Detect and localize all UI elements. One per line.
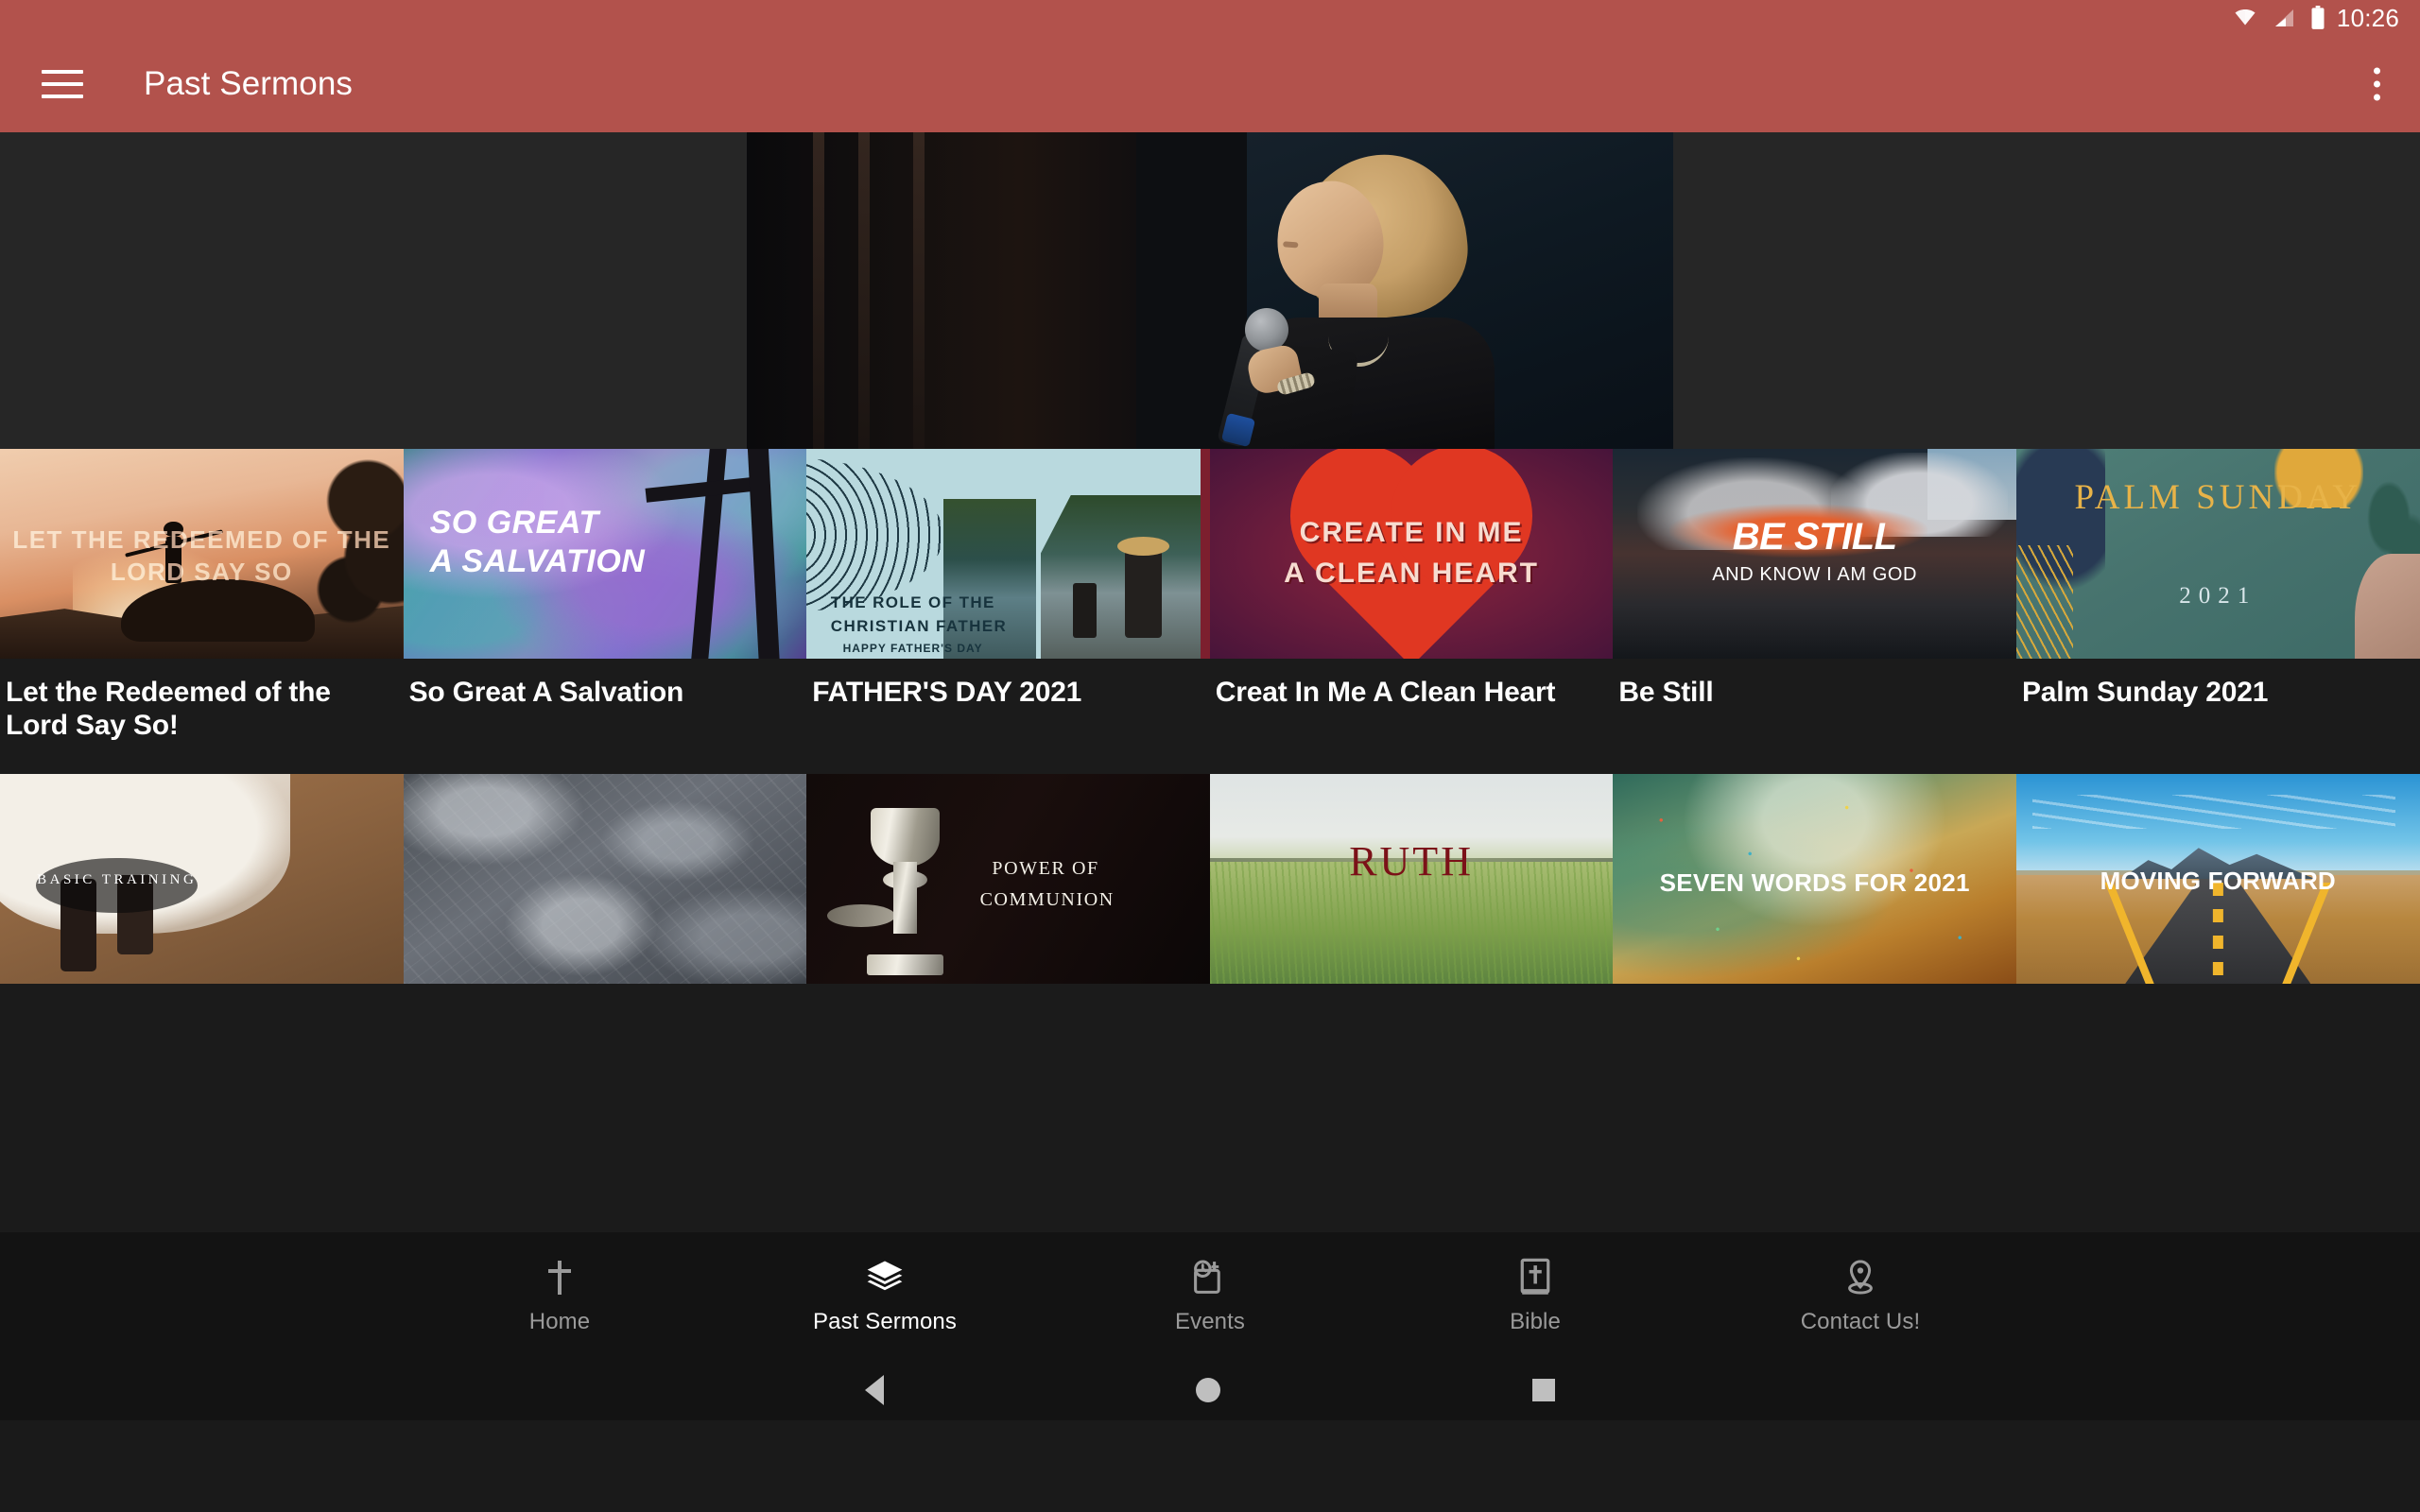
android-system-nav-bar [0,1360,2420,1420]
location-pin-icon [1843,1258,1877,1297]
hero-background-left [747,132,1136,449]
sermon-thumbnail[interactable]: SEVEN WORDS FOR 2021 [1613,774,2016,984]
back-triangle-icon[interactable] [865,1375,884,1405]
thumbnail-text: LET THE REDEEMED OF THE LORD SAY SO [12,524,391,586]
thumbnail-text: RUTH [1349,837,1474,885]
home-circle-icon[interactable] [1196,1378,1220,1402]
speaker-figure [1186,132,1527,449]
recents-square-icon[interactable] [1532,1379,1555,1401]
status-icon-group [2231,6,2325,30]
sermon-list-scroll-area[interactable]: LET THE REDEEMED OF THE LORD SAY SO SO G… [0,132,2420,1360]
sermon-card[interactable]: MOVING FORWARD [2015,774,2420,984]
sermon-thumbnail[interactable]: MOVING FORWARD [2015,774,2420,984]
wifi-icon [2235,9,2256,26]
thumbnail-text-line1: THE ROLE OF THE [830,593,995,612]
thumbnail-text-line1: SO GREAT [429,504,599,541]
sermon-card[interactable]: SEVEN WORDS FOR 2021 [1613,774,2016,984]
thumbnail-text-line2: 2021 [2179,583,2257,610]
nav-label-bible: Bible [1510,1308,1561,1334]
nav-item-bible[interactable]: Bible [1373,1258,1698,1335]
layers-icon [865,1258,905,1297]
event-clock-icon [1191,1258,1229,1297]
thumbnail-text-line1: CREATE IN ME [1299,516,1524,548]
nav-item-events[interactable]: Events [1047,1258,1373,1335]
hero-curtain-stripe [813,132,824,449]
hero-curtain-stripe [913,132,925,449]
app-bar: Past Sermons [0,36,2420,132]
sermon-thumbnail[interactable]: SO GREAT A SALVATION [403,449,807,659]
nav-item-past-sermons[interactable]: Past Sermons [722,1258,1047,1335]
thumbnail-text-line1: PALM SUNDAY [2074,478,2361,518]
featured-sermon-hero[interactable] [0,132,2420,449]
sermon-card[interactable]: SO GREAT A SALVATION [403,449,807,659]
thumbnail-text-line2: A CLEAN HEART [1284,558,1540,590]
sermon-thumbnail[interactable]: BE STILL AND KNOW I AM GOD [1613,449,2016,659]
status-time: 10:26 [2336,3,2399,32]
nav-label-events: Events [1175,1308,1245,1334]
cell-signal-icon [2274,9,2293,26]
sermon-card[interactable]: POWER OF COMMUNION [806,774,1210,984]
sermon-thumbnail[interactable]: THE ROLE OF THE CHRISTIAN FATHER HAPPY F… [806,449,1210,659]
sermon-card[interactable]: THE ROLE OF THE CHRISTIAN FATHER HAPPY F… [806,449,1210,659]
sermon-card[interactable]: LET THE REDEEMED OF THE LORD SAY SO [0,449,404,659]
overflow-menu-icon[interactable] [2368,62,2386,107]
sermon-title: Palm Sunday 2021 [2021,677,2269,708]
bible-book-icon [1518,1258,1552,1297]
sermon-card[interactable]: BASIC TRAINING [0,774,404,984]
sermon-thumbnail[interactable]: POWER OF COMMUNION [806,774,1210,984]
battery-icon [2311,6,2325,29]
nav-item-contact-us[interactable]: Contact Us! [1698,1258,2023,1335]
thumbnail-text: MOVING FORWARD [2100,866,2336,895]
nav-item-home[interactable]: Home [397,1258,722,1335]
sermon-title: Be Still [1618,677,1714,708]
thumbnail-text-line1: BE STILL [1732,516,1897,558]
sermon-card[interactable]: CREATE IN ME A CLEAN HEART [1209,449,1614,659]
sermon-title: Creat In Me A Clean Heart [1215,677,1556,708]
sermon-title: So Great A Salvation [408,677,684,708]
sermon-card[interactable]: BE STILL AND KNOW I AM GOD [1613,449,2016,659]
sermon-thumbnail[interactable]: BASIC TRAINING [0,774,404,984]
sermon-card[interactable] [403,774,807,984]
nav-label-contact-us: Contact Us! [1800,1308,1921,1334]
sermon-title: FATHER'S DAY 2021 [812,677,1082,708]
thumbnail-text-line2: AND KNOW I AM GOD [1712,564,1918,586]
sermon-thumbnail[interactable]: PALM SUNDAY 2021 [2015,449,2420,659]
page-title: Past Sermons [144,65,354,102]
nav-label-home: Home [528,1308,591,1334]
thumbnail-text: BASIC TRAINING [37,872,198,888]
sermon-thumbnail[interactable] [403,774,807,984]
bottom-navigation-bar: Home Past Sermons Events Bible Contact U… [0,1232,2420,1360]
thumbnail-text-line1: POWER OF [992,857,1099,879]
status-bar: 10:26 [0,0,2420,36]
sermon-title: Let the Redeemed of the Lord Say So! [6,677,331,742]
sermon-row-1-titles: Let the Redeemed of the Lord Say So! So … [0,659,2420,774]
sermon-thumbnail[interactable]: RUTH [1209,774,1614,984]
sermon-row-1: LET THE REDEEMED OF THE LORD SAY SO SO G… [0,449,2420,659]
thumbnail-text-line2: A SALVATION [429,543,646,580]
sermon-row-2: BASIC TRAINING POWER OF COMMUNION RUTH S… [0,774,2420,984]
thumbnail-text: SEVEN WORDS FOR 2021 [1659,868,1970,897]
hero-curtain-stripe [858,132,870,449]
sermon-card[interactable]: RUTH [1209,774,1614,984]
sermon-thumbnail[interactable]: CREATE IN ME A CLEAN HEART [1209,449,1614,659]
thumbnail-text-line2: COMMUNION [979,889,1115,911]
sermon-card[interactable]: PALM SUNDAY 2021 [2015,449,2420,659]
sermon-thumbnail[interactable]: LET THE REDEEMED OF THE LORD SAY SO [0,449,404,659]
thumbnail-text-line3: HAPPY FATHER'S DAY [842,641,983,655]
hero-image [747,132,1673,449]
hamburger-menu-icon[interactable] [42,65,85,103]
cross-icon [545,1258,574,1297]
nav-label-past-sermons: Past Sermons [813,1308,957,1334]
thumbnail-text-line2: CHRISTIAN FATHER [830,616,1008,635]
